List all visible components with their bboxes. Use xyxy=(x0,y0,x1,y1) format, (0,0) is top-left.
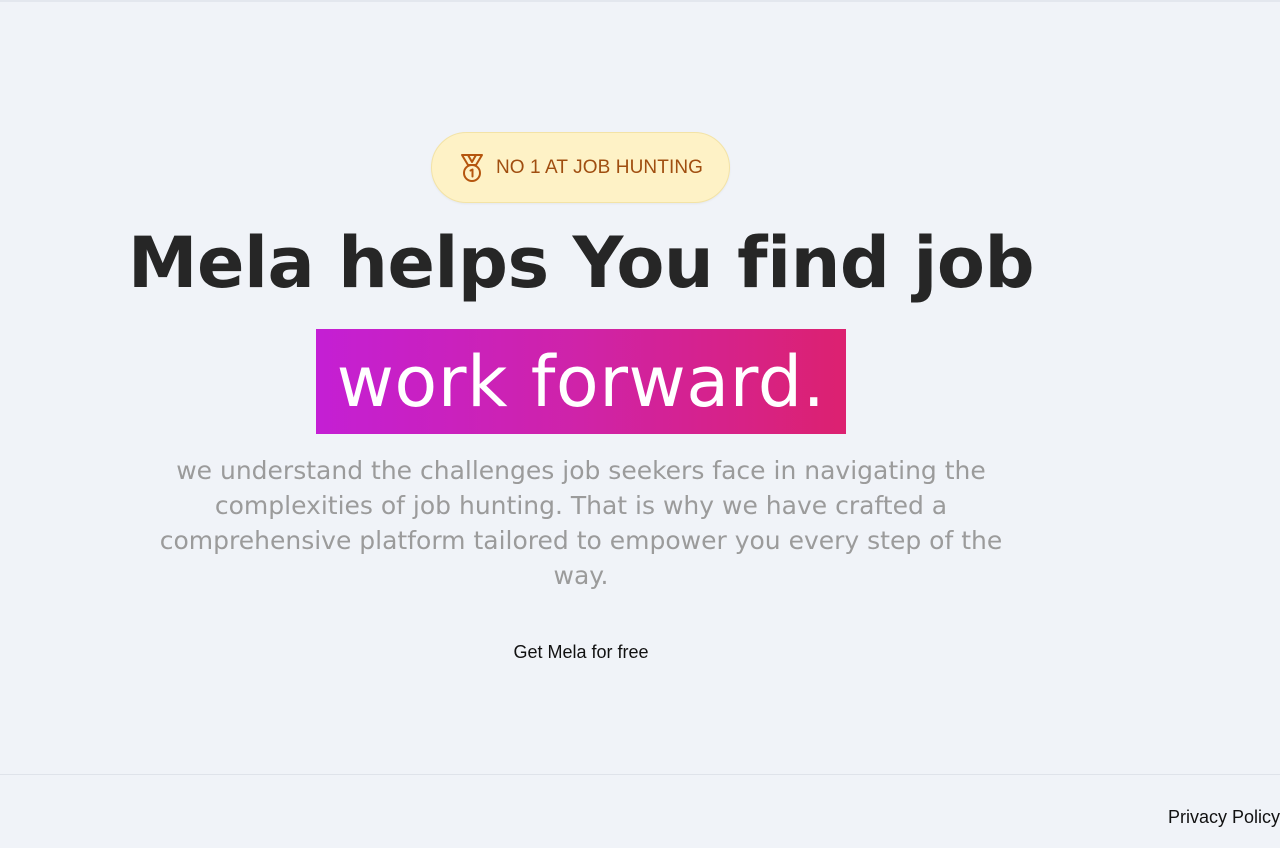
hero-description: we understand the challenges job seekers… xyxy=(159,456,1003,590)
get-mela-button[interactable]: Get Mela for free xyxy=(481,630,681,674)
footer: Privacy Policy xyxy=(0,774,1280,848)
ranking-badge: NO 1 AT JOB HUNTING xyxy=(431,132,730,203)
privacy-policy-link[interactable]: Privacy Policy xyxy=(1168,807,1280,828)
hero-headline: Mela helps You find job xyxy=(127,222,1035,304)
top-divider xyxy=(0,0,1280,2)
medal-icon xyxy=(458,153,486,183)
headline-highlight: work forward. xyxy=(316,329,846,434)
highlight-text: work forward. xyxy=(336,340,826,423)
badge-label: NO 1 AT JOB HUNTING xyxy=(495,156,704,178)
